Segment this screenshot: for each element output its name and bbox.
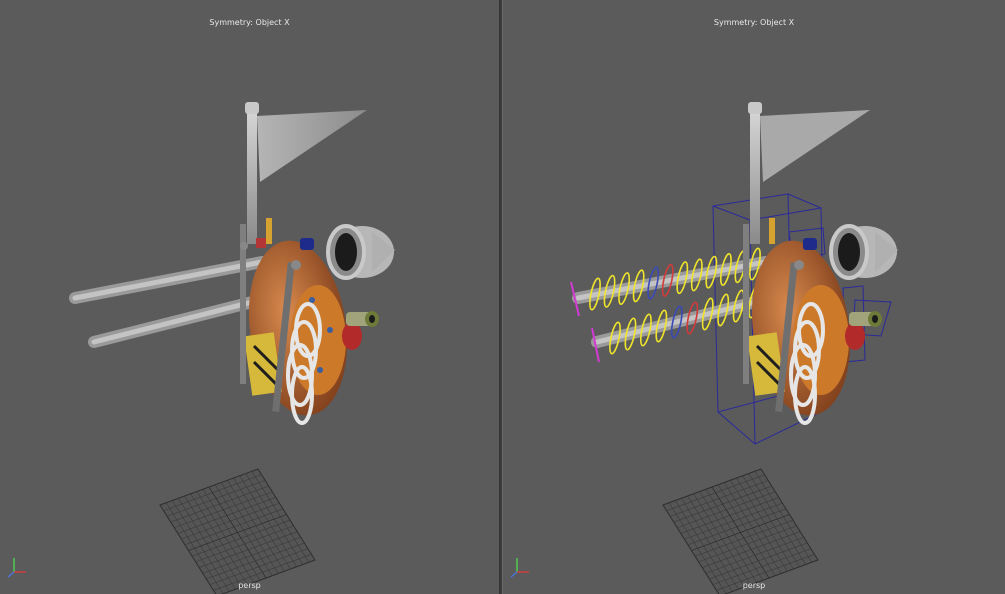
flag — [245, 102, 367, 244]
viewport-right[interactable]: Symmetry: Object X persp — [503, 0, 1005, 594]
camera-label: persp — [742, 581, 766, 590]
camera-label: persp — [238, 581, 261, 590]
scene-right[interactable] — [503, 0, 1005, 594]
flag — [748, 102, 870, 244]
scene-left[interactable] — [0, 0, 499, 594]
ground-grid — [159, 468, 316, 594]
lantern — [829, 224, 898, 280]
axis-gizmo — [7, 558, 26, 578]
lantern — [326, 224, 395, 280]
ground-grid — [662, 468, 819, 594]
axis-gizmo — [510, 558, 529, 578]
viewport-left[interactable]: Symmetry: Object X persp — [0, 0, 499, 594]
